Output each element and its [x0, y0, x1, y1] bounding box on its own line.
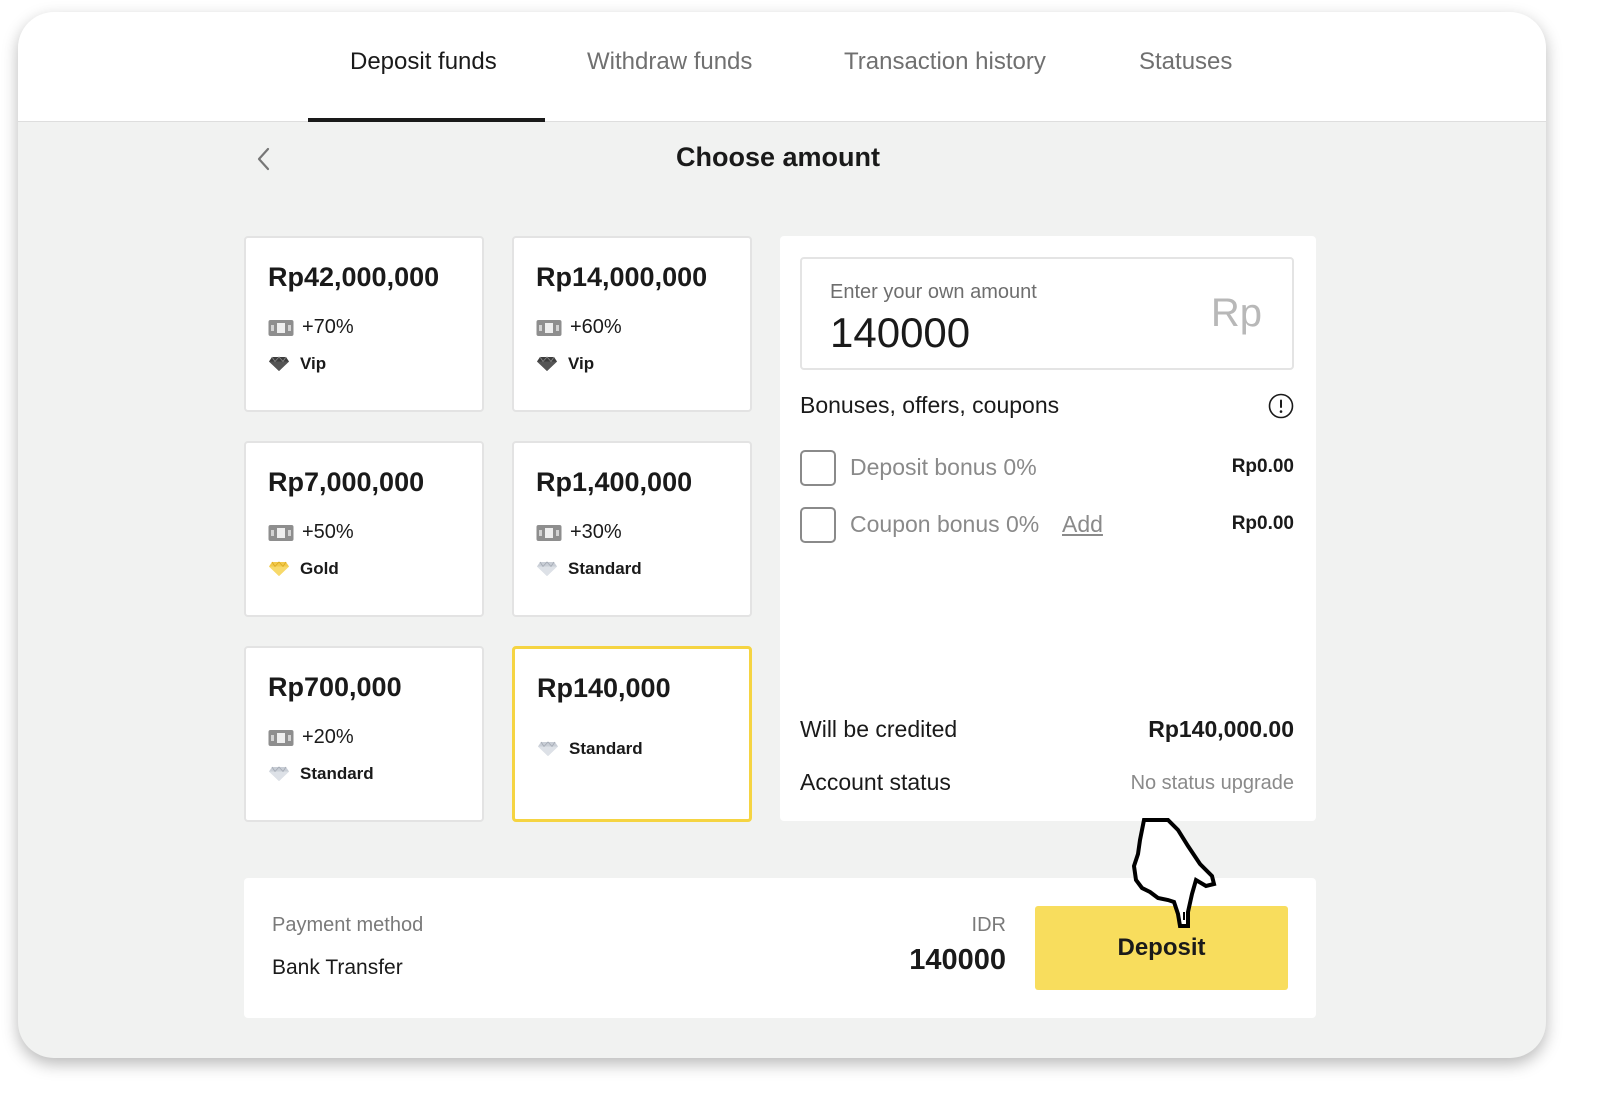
status-label: Vip: [300, 354, 327, 373]
option-status: Standard: [536, 559, 642, 579]
diamond-dark-icon: [537, 356, 557, 371]
payment-method-label: Payment method: [272, 914, 424, 936]
option-amount: Rp14,000,000: [536, 262, 708, 292]
tab-bar: Deposit funds Withdraw funds Transaction…: [18, 12, 1546, 122]
option-status: Gold: [268, 559, 339, 579]
back-chevron-icon[interactable]: [254, 144, 274, 174]
payment-amount: 140000: [909, 944, 1006, 976]
option-status: Vip: [536, 354, 594, 374]
deposit-bonus-row: Deposit bonus 0% Rp0.00: [800, 450, 1294, 488]
amount-option-card[interactable]: Rp700,000 +20% Standard: [244, 646, 484, 822]
ticket-icon: [268, 524, 294, 541]
option-status: Standard: [537, 739, 643, 759]
option-bonus: +60%: [536, 316, 622, 339]
bonus-percent: +60%: [570, 316, 622, 338]
deposit-bonus-label: Deposit bonus 0%: [850, 454, 1037, 480]
ticket-icon: [268, 729, 294, 746]
option-bonus: +20%: [268, 726, 354, 749]
info-icon[interactable]: [1268, 393, 1294, 419]
tab-transaction-history[interactable]: Transaction history: [844, 48, 1046, 76]
diamond-silver-icon: [269, 766, 289, 781]
amount-option-card[interactable]: Rp14,000,000 +60% Vip: [512, 236, 752, 412]
active-tab-indicator: [308, 118, 545, 122]
amount-option-card[interactable]: Rp42,000,000 +70% Vip: [244, 236, 484, 412]
deposit-bonus-value: Rp0.00: [1231, 456, 1294, 477]
app-window: Deposit funds Withdraw funds Transaction…: [18, 12, 1546, 1058]
status-label: Standard: [300, 764, 374, 783]
diamond-gold-icon: [269, 561, 289, 576]
ticket-icon: [268, 319, 294, 336]
coupon-bonus-value: Rp0.00: [1231, 513, 1294, 534]
page-title: Choose amount: [675, 142, 880, 172]
amount-option-card[interactable]: Rp1,400,000 +30% Standard: [512, 441, 752, 617]
option-bonus: +70%: [268, 316, 354, 339]
custom-amount-value[interactable]: 140000: [830, 309, 970, 357]
will-be-credited-value: Rp140,000.00: [1148, 716, 1294, 742]
deposit-bonus-checkbox[interactable]: [800, 450, 836, 486]
deposit-button[interactable]: Deposit: [1035, 906, 1288, 990]
bonus-percent: +30%: [570, 521, 622, 543]
tab-withdraw-funds[interactable]: Withdraw funds: [587, 48, 752, 76]
option-amount: Rp42,000,000: [268, 262, 440, 292]
bonus-percent: +20%: [302, 726, 354, 748]
add-coupon-link[interactable]: Add: [1062, 511, 1103, 538]
ticket-icon: [536, 319, 562, 336]
coupon-bonus-checkbox[interactable]: [800, 507, 836, 543]
status-label: Gold: [300, 559, 339, 578]
diamond-silver-icon: [538, 741, 558, 756]
will-be-credited-label: Will be credited: [800, 716, 958, 742]
payment-method-value: Bank Transfer: [272, 956, 403, 979]
amount-details-panel: Enter your own amount 140000 Rp Bonuses,…: [780, 236, 1316, 821]
account-status-value: No status upgrade: [1130, 772, 1294, 794]
tab-deposit-funds[interactable]: Deposit funds: [350, 48, 497, 76]
payment-currency: IDR: [971, 914, 1006, 936]
option-amount: Rp140,000: [537, 673, 671, 703]
option-bonus: +50%: [268, 521, 354, 544]
option-bonus: +30%: [536, 521, 622, 544]
ticket-icon: [536, 524, 562, 541]
coupon-bonus-row: Coupon bonus 0% Add Rp0.00: [800, 507, 1294, 545]
bonuses-heading: Bonuses, offers, coupons: [800, 392, 1060, 418]
option-status: Standard: [268, 764, 374, 784]
diamond-dark-icon: [269, 356, 289, 371]
account-status-label: Account status: [800, 769, 951, 795]
status-label: Standard: [569, 739, 643, 758]
custom-amount-input[interactable]: Enter your own amount 140000 Rp: [800, 257, 1294, 370]
currency-symbol: Rp: [1210, 291, 1262, 335]
bonus-percent: +70%: [302, 316, 354, 338]
coupon-bonus-label: Coupon bonus 0%: [850, 511, 1040, 537]
payment-bar: Payment method Bank Transfer IDR 140000 …: [244, 878, 1316, 1018]
option-amount: Rp700,000: [268, 672, 402, 702]
option-amount: Rp1,400,000: [536, 467, 693, 497]
option-amount: Rp7,000,000: [268, 467, 425, 497]
tab-statuses[interactable]: Statuses: [1139, 48, 1232, 76]
amount-option-card-selected[interactable]: Rp140,000 Standard: [512, 646, 752, 822]
status-label: Vip: [568, 354, 595, 373]
option-status: Vip: [268, 354, 326, 374]
amount-option-card[interactable]: Rp7,000,000 +50% Gold: [244, 441, 484, 617]
status-label: Standard: [568, 559, 642, 578]
bonus-percent: +50%: [302, 521, 354, 543]
diamond-silver-icon: [537, 561, 557, 576]
custom-amount-label: Enter your own amount: [830, 281, 1037, 303]
